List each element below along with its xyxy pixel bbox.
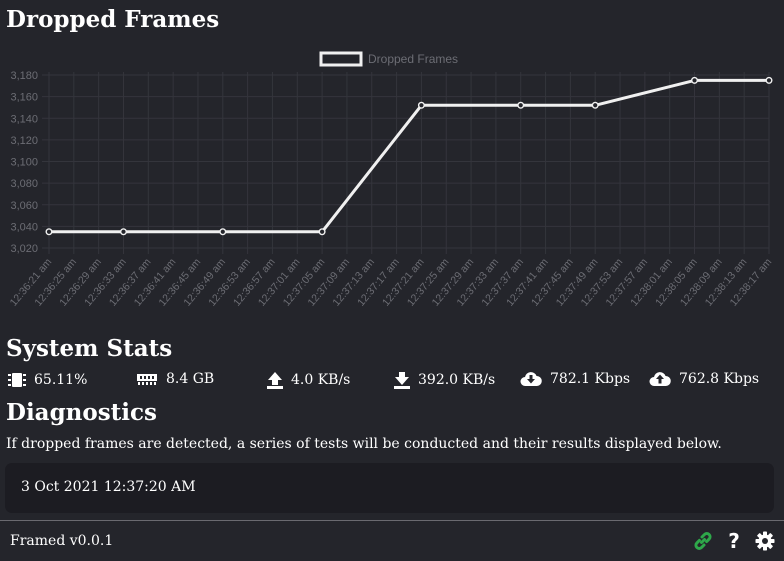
stat-cloud-upload: 762.8 Kbps [649, 371, 759, 387]
x-axis-ticks: 12:36:21 am12:36:25 am12:36:29 am12:36:3… [8, 256, 775, 309]
stat-upload-value: 4.0 KB/s [291, 372, 351, 388]
system-stats-bar: 65.11% 8.4 GB 4.0 KB/s 392.0 KB/s 782.1 … [8, 371, 778, 391]
data-point[interactable] [765, 76, 773, 84]
stat-cloud-upload-value: 762.8 Kbps [679, 371, 760, 387]
stat-download-value: 392.0 KB/s [418, 372, 496, 388]
gear-icon[interactable] [754, 530, 776, 552]
y-tick-label: 3,160 [10, 92, 38, 104]
y-tick-label: 3,140 [10, 113, 38, 125]
cloud-download-icon [520, 372, 542, 386]
app-version: Framed v0.0.1 [10, 533, 114, 549]
help-icon[interactable]: ? [723, 530, 745, 552]
memory-icon [137, 374, 157, 385]
stat-upload: 4.0 KB/s [267, 371, 350, 389]
data-point[interactable] [691, 76, 699, 84]
diagnostic-result-card[interactable]: 3 Oct 2021 12:37:20 AM [5, 463, 774, 513]
data-point[interactable] [517, 101, 525, 109]
upload-icon [267, 372, 283, 389]
stat-memory: 8.4 GB [136, 371, 214, 387]
stat-cloud-download: 782.1 Kbps [520, 371, 630, 387]
chart-grid [42, 72, 770, 254]
data-point[interactable] [591, 101, 599, 109]
y-tick-label: 3,180 [10, 70, 38, 82]
page-title: Dropped Frames [6, 6, 220, 33]
diagnostics-description: If dropped frames are detected, a series… [6, 436, 722, 452]
system-stats-title: System Stats [6, 335, 173, 362]
data-point[interactable] [417, 101, 425, 109]
legend-label: Dropped Frames [368, 52, 458, 66]
series-line [45, 76, 773, 236]
cloud-upload-icon [649, 372, 671, 386]
chart-legend[interactable]: Dropped Frames [319, 51, 458, 67]
y-tick-label: 3,120 [10, 135, 38, 147]
y-tick-label: 3,080 [10, 178, 38, 190]
y-tick-label: 3,040 [10, 221, 38, 233]
dropped-frames-chart: Dropped Frames 3,020 3,040 3,060 3,080 3,100… [8, 51, 775, 309]
stat-cpu-value: 65.11% [34, 372, 88, 388]
stat-memory-value: 8.4 GB [166, 371, 215, 387]
diagnostics-title: Diagnostics [6, 399, 157, 426]
data-point[interactable] [219, 228, 227, 236]
data-point[interactable] [45, 228, 53, 236]
stat-download: 392.0 KB/s [394, 371, 495, 389]
stat-cpu: 65.11% [8, 371, 87, 389]
y-tick-label: 3,100 [10, 157, 38, 169]
stat-cloud-download-value: 782.1 Kbps [550, 371, 631, 387]
y-axis-ticks: 3,020 3,040 3,060 3,080 3,100 3,120 3,140 3,160… [10, 70, 38, 255]
y-tick-label: 3,020 [10, 243, 38, 255]
data-point[interactable] [318, 228, 326, 236]
diagnostic-result-timestamp: 3 Oct 2021 12:37:20 AM [21, 479, 196, 495]
help-glyph: ? [728, 529, 740, 553]
footer-bar: Framed v0.0.1 ? [0, 520, 784, 561]
data-point[interactable] [119, 228, 127, 236]
cpu-icon [8, 373, 26, 387]
y-tick-label: 3,060 [10, 200, 38, 212]
legend-swatch [319, 51, 363, 67]
series-line-path [49, 78, 769, 234]
link-icon[interactable] [692, 530, 714, 552]
download-icon [394, 372, 410, 389]
